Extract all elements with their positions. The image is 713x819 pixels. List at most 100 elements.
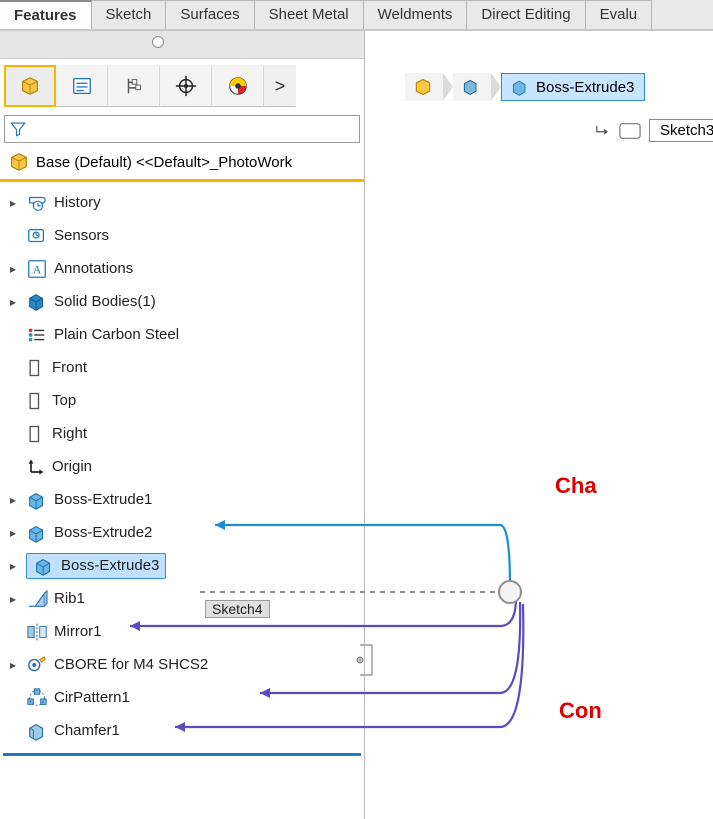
node-solid-bodies[interactable]: ▸ Solid Bodies(1) (0, 285, 364, 318)
fm-tab-display[interactable] (212, 65, 264, 107)
node-cbore[interactable]: ▸ CBORE for M4 SHCS2 (0, 648, 364, 681)
sketch-tag-label: Sketch4 (212, 601, 263, 617)
panel-split-handle[interactable] (0, 31, 364, 59)
node-cirpattern1[interactable]: ▸ CirPattern1 (0, 681, 364, 714)
node-rib1[interactable]: ▸ Rib1 (0, 582, 364, 615)
breadcrumb-label: Boss-Extrude3 (536, 79, 634, 96)
plane-icon (26, 424, 46, 444)
tab-label: Evalu (600, 6, 638, 23)
tab-label: Surfaces (180, 6, 239, 23)
node-label: Origin (52, 458, 92, 475)
tab-surfaces[interactable]: Surfaces (166, 0, 254, 29)
plane-icon (26, 358, 46, 378)
annotations-icon: A (26, 258, 48, 280)
appearance-icon (227, 75, 249, 97)
node-boss-extrude1[interactable]: ▸ Boss-Extrude1 (0, 483, 364, 516)
node-label: Boss-Extrude2 (54, 524, 152, 541)
node-label: Plain Carbon Steel (54, 326, 179, 343)
tab-features[interactable]: Features (0, 0, 92, 29)
node-origin[interactable]: ▸ Origin (0, 450, 364, 483)
child-arrow-icon (593, 122, 611, 140)
breadcrumb-feature[interactable]: Boss-Extrude3 (501, 73, 645, 101)
svg-text:A: A (33, 262, 42, 276)
extrude-icon (510, 77, 530, 97)
overflow-label: > (275, 76, 286, 97)
history-icon (26, 192, 48, 214)
node-label: Boss-Extrude1 (54, 491, 152, 508)
featuremanager-panel: > Base (Default) <<Default>_PhotoWork ▸ … (0, 31, 365, 819)
tab-label: Sketch (106, 6, 152, 23)
config-name: Base (Default) <<Default>_PhotoWork (36, 154, 292, 171)
node-label: Chamfer1 (54, 722, 120, 739)
properties-icon (71, 75, 93, 97)
node-plane-front[interactable]: ▸ Front (0, 351, 364, 384)
target-icon (175, 75, 197, 97)
node-label: Right (52, 425, 87, 442)
fm-toolbar: > (0, 59, 364, 113)
node-label: History (54, 194, 101, 211)
part-config-row[interactable]: Base (Default) <<Default>_PhotoWork (0, 147, 364, 182)
breadcrumb-part[interactable] (405, 73, 443, 101)
solid-body-icon (461, 77, 481, 97)
fm-tab-configmanager[interactable] (108, 65, 160, 107)
node-plane-top[interactable]: ▸ Top (0, 384, 364, 417)
node-label: CirPattern1 (54, 689, 130, 706)
rib-icon (26, 588, 48, 610)
part-icon (19, 75, 41, 97)
feature-tree: ▸ History ▸ Sensors ▸ A Annotations ▸ So… (0, 182, 364, 819)
tab-label: Direct Editing (481, 6, 570, 23)
plane-icon (26, 391, 46, 411)
extrude-icon (26, 522, 48, 544)
annotation-con: Con (559, 698, 602, 724)
tab-label: Features (14, 7, 77, 24)
node-plane-right[interactable]: ▸ Right (0, 417, 364, 450)
fm-tab-dimxpert[interactable] (160, 65, 212, 107)
node-annotations[interactable]: ▸ A Annotations (0, 252, 364, 285)
node-label: Boss-Extrude3 (61, 557, 159, 574)
node-history[interactable]: ▸ History (0, 186, 364, 219)
tab-evaluate[interactable]: Evalu (586, 0, 653, 29)
node-label: Front (52, 359, 87, 376)
annotation-cha: Cha (555, 473, 597, 499)
extrude-icon (33, 555, 55, 577)
node-chamfer1[interactable]: ▸ Chamfer1 (0, 714, 364, 747)
node-label: Sensors (54, 227, 109, 244)
funnel-icon (9, 120, 27, 138)
tab-sketch[interactable]: Sketch (92, 0, 167, 29)
sketch-icon (619, 122, 641, 140)
breadcrumb-sketch-label: Sketch3 (649, 119, 713, 142)
tab-directediting[interactable]: Direct Editing (467, 0, 585, 29)
fm-tab-featuretree[interactable] (4, 65, 56, 107)
graphics-area[interactable]: Boss-Extrude3 Sketch3 (365, 31, 713, 819)
part-icon (8, 151, 30, 173)
breadcrumb-body[interactable] (453, 73, 491, 101)
node-boss-extrude2[interactable]: ▸ Boss-Extrude2 (0, 516, 364, 549)
node-label: Rib1 (54, 590, 85, 607)
tab-weldments[interactable]: Weldments (364, 0, 468, 29)
holewizard-icon (26, 654, 48, 676)
node-label: Top (52, 392, 76, 409)
material-icon (26, 324, 48, 346)
tab-sheetmetal[interactable]: Sheet Metal (255, 0, 364, 29)
node-boss-extrude3[interactable]: ▸ Boss-Extrude3 (0, 549, 364, 582)
config-tree-icon (123, 75, 145, 97)
fm-tab-propertymanager[interactable] (56, 65, 108, 107)
node-mirror1[interactable]: ▸ Mirror1 (0, 615, 364, 648)
tab-label: Sheet Metal (269, 6, 349, 23)
node-label: Annotations (54, 260, 133, 277)
tree-filter-input[interactable] (4, 115, 360, 143)
part-icon (413, 77, 433, 97)
fm-tab-overflow[interactable]: > (264, 65, 296, 107)
circpattern-icon (26, 687, 48, 709)
solid-body-icon (26, 291, 48, 313)
sensors-icon (26, 225, 48, 247)
node-material[interactable]: ▸ Plain Carbon Steel (0, 318, 364, 351)
origin-icon (26, 457, 46, 477)
node-label: CBORE for M4 SHCS2 (54, 656, 208, 673)
breadcrumb-child-sketch[interactable]: Sketch3 (593, 119, 713, 142)
chamfer-icon (26, 720, 48, 742)
tab-label: Weldments (378, 6, 453, 23)
tree-bottom-rule (3, 753, 361, 756)
node-sensors[interactable]: ▸ Sensors (0, 219, 364, 252)
rib1-sketch-tag[interactable]: Sketch4 (205, 600, 270, 618)
